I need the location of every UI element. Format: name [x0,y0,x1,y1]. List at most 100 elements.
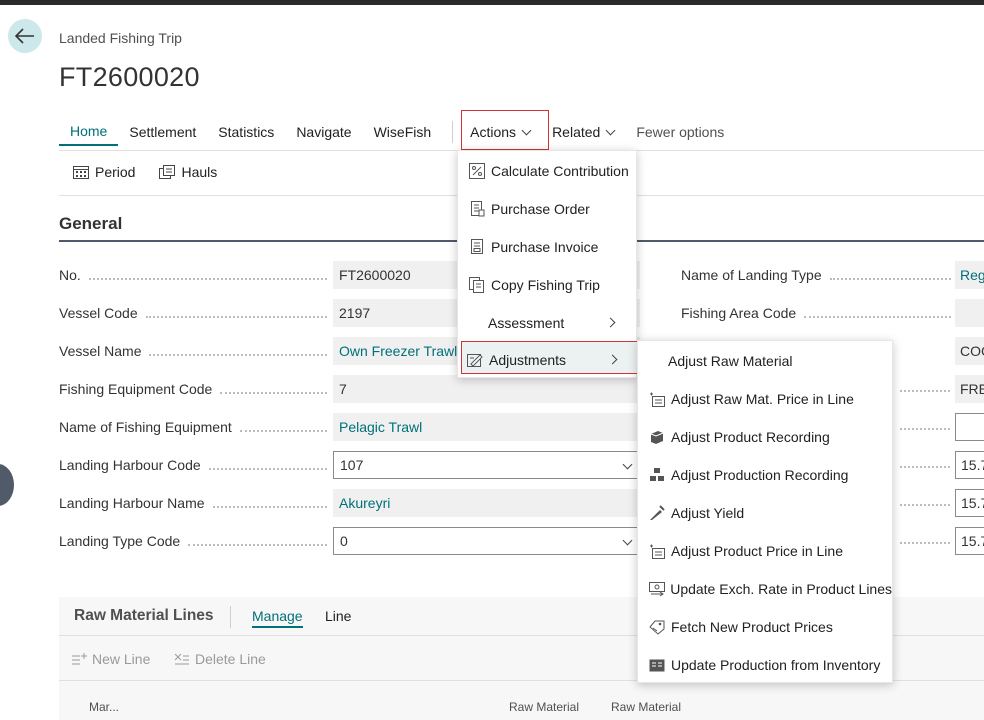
menu-item-update-exch-rate-in-product-lines[interactable]: Update Exch. Rate in Product Lines [638,570,892,608]
menu-item-adjust-raw-material[interactable]: Adjust Raw Material [638,342,892,380]
leader-dots [900,504,950,506]
new-line-button[interactable]: New Line [71,651,150,667]
menu-item-label: Adjustments [489,352,567,368]
leader-dots [212,499,327,508]
right-value-5[interactable]: 15.7 [955,489,984,517]
price-lines-icon [648,542,666,560]
menu-item-purchase-order[interactable]: Purchase Order [458,190,636,228]
menu-item-label: Update Exch. Rate in Product Lines [670,581,892,597]
page-caption: Landed Fishing Trip [59,30,182,46]
tab-related-label: Related [552,124,601,140]
field-value-name-of-landing-type[interactable]: Reg [955,261,984,289]
label-text: Vessel Code [59,305,138,321]
tab-related[interactable]: Related [541,118,625,146]
page-title: FT2600020 [59,62,200,92]
new-line-icon [71,652,87,666]
field-value-fishing-equipment-code[interactable]: 7 [333,375,640,403]
tab-statistics[interactable]: Statistics [207,118,285,146]
top-bar [0,0,984,5]
menu-item-label: Purchase Invoice [491,239,599,255]
label-text: Name of Fishing Equipment [59,419,232,435]
column-header[interactable]: Raw Material [611,700,681,714]
delete-line-button[interactable]: Delete Line [174,651,266,667]
menu-item-label: Fetch New Product Prices [671,619,833,635]
chevron-down-icon[interactable] [622,535,633,546]
label-text: No. [59,267,81,283]
right-value-6[interactable]: 15.7 [955,527,984,555]
side-panel-handle[interactable] [0,464,14,506]
arrow-left-icon [15,28,35,44]
field-value-landing-type-code[interactable]: 0 [333,527,640,555]
copy-icon [468,276,486,294]
general-section-title[interactable]: General [59,214,122,234]
menu-item-copy-fishing-trip[interactable]: Copy Fishing Trip [458,266,636,304]
percent-icon [468,162,486,180]
field-label-vessel-name: Vessel Name [59,341,327,361]
exchange-rate-icon [648,580,665,598]
field-label-landing-type-code: Landing Type Code [59,531,327,551]
value-text: 107 [340,457,364,473]
part-divider [230,606,231,628]
new-line-label: New Line [92,651,151,667]
label-text: Fishing Equipment Code [59,381,213,397]
right-value-3[interactable] [955,413,984,441]
menu-item-purchase-invoice[interactable]: Purchase Invoice [458,228,636,266]
leader-dots [149,347,327,356]
column-header[interactable]: Raw Material [509,700,579,714]
menu-item-label: Purchase Order [491,201,590,217]
menu-item-assessment[interactable]: Assessment [458,304,636,342]
leader-dots [220,385,327,394]
menu-item-adjust-production-recording[interactable]: Adjust Production Recording [638,456,892,494]
yield-icon [648,504,666,522]
chevron-down-icon[interactable] [622,459,633,470]
label-text: Landing Type Code [59,533,181,549]
price-lines-icon [648,390,666,408]
menu-item-calculate-contribution[interactable]: Calculate Contribution [458,152,636,190]
right-value-4[interactable]: 15.7 [955,451,984,479]
field-value-name-of-fishing-equipment[interactable]: Pelagic Trawl [333,413,640,441]
menu-item-label: Adjust Yield [671,505,745,521]
field-value-landing-harbour-code[interactable]: 107 [333,451,640,479]
column-header[interactable]: Mar... [89,700,119,714]
leader-dots [829,271,951,280]
back-button[interactable] [8,19,42,53]
raw-material-lines-title[interactable]: Raw Material Lines [74,607,214,625]
field-label-vessel-code: Vessel Code [59,303,327,323]
tab-line[interactable]: Line [325,608,351,624]
menu-item-adjust-product-price-in-line[interactable]: Adjust Product Price in Line [638,532,892,570]
period-button[interactable]: Period [73,164,135,180]
fewer-options-button[interactable]: Fewer options [625,118,735,146]
right-value-1[interactable]: COC [955,337,984,365]
chevron-right-icon [605,317,616,328]
label-text: Landing Harbour Code [59,457,201,473]
menu-item-label: Copy Fishing Trip [491,277,600,293]
delete-line-icon [174,652,190,666]
menu-item-adjustments[interactable]: Adjustments [466,341,638,379]
tab-navigate[interactable]: Navigate [285,118,362,146]
leader-dots [239,423,327,432]
leader-dots [88,271,327,280]
adjustments-submenu: Adjust Raw Material Adjust Raw Mat. Pric… [637,340,893,683]
tab-wisefish[interactable]: WiseFish [363,118,443,146]
menu-item-label: Update Production from Inventory [671,657,881,673]
menu-item-adjust-product-recording[interactable]: Adjust Product Recording [638,418,892,456]
field-value-landing-harbour-name[interactable]: Akureyri [333,489,640,517]
product-icon [648,428,666,446]
right-value-2[interactable]: FRE [955,375,984,403]
period-label: Period [95,164,136,180]
menu-item-adjust-raw-mat-price-in-line[interactable]: Adjust Raw Mat. Price in Line [638,380,892,418]
inventory-icon [648,656,666,674]
field-label-landing-harbour-code: Landing Harbour Code [59,455,327,475]
menu-item-fetch-new-product-prices[interactable]: Fetch New Product Prices [638,608,892,646]
tab-manage[interactable]: Manage [252,608,303,628]
actions-highlight [461,110,549,150]
tab-settlement[interactable]: Settlement [118,118,207,146]
order-icon [468,200,486,218]
field-value-fishing-area-code[interactable] [955,299,984,327]
field-label-fishing-area-code: Fishing Area Code [681,303,951,323]
hauls-button[interactable]: Hauls [159,164,217,180]
tab-home[interactable]: Home [59,118,119,146]
leader-dots [900,428,950,430]
menu-item-adjust-yield[interactable]: Adjust Yield [638,494,892,532]
menu-item-update-production-from-inventory[interactable]: Update Production from Inventory [638,646,892,684]
